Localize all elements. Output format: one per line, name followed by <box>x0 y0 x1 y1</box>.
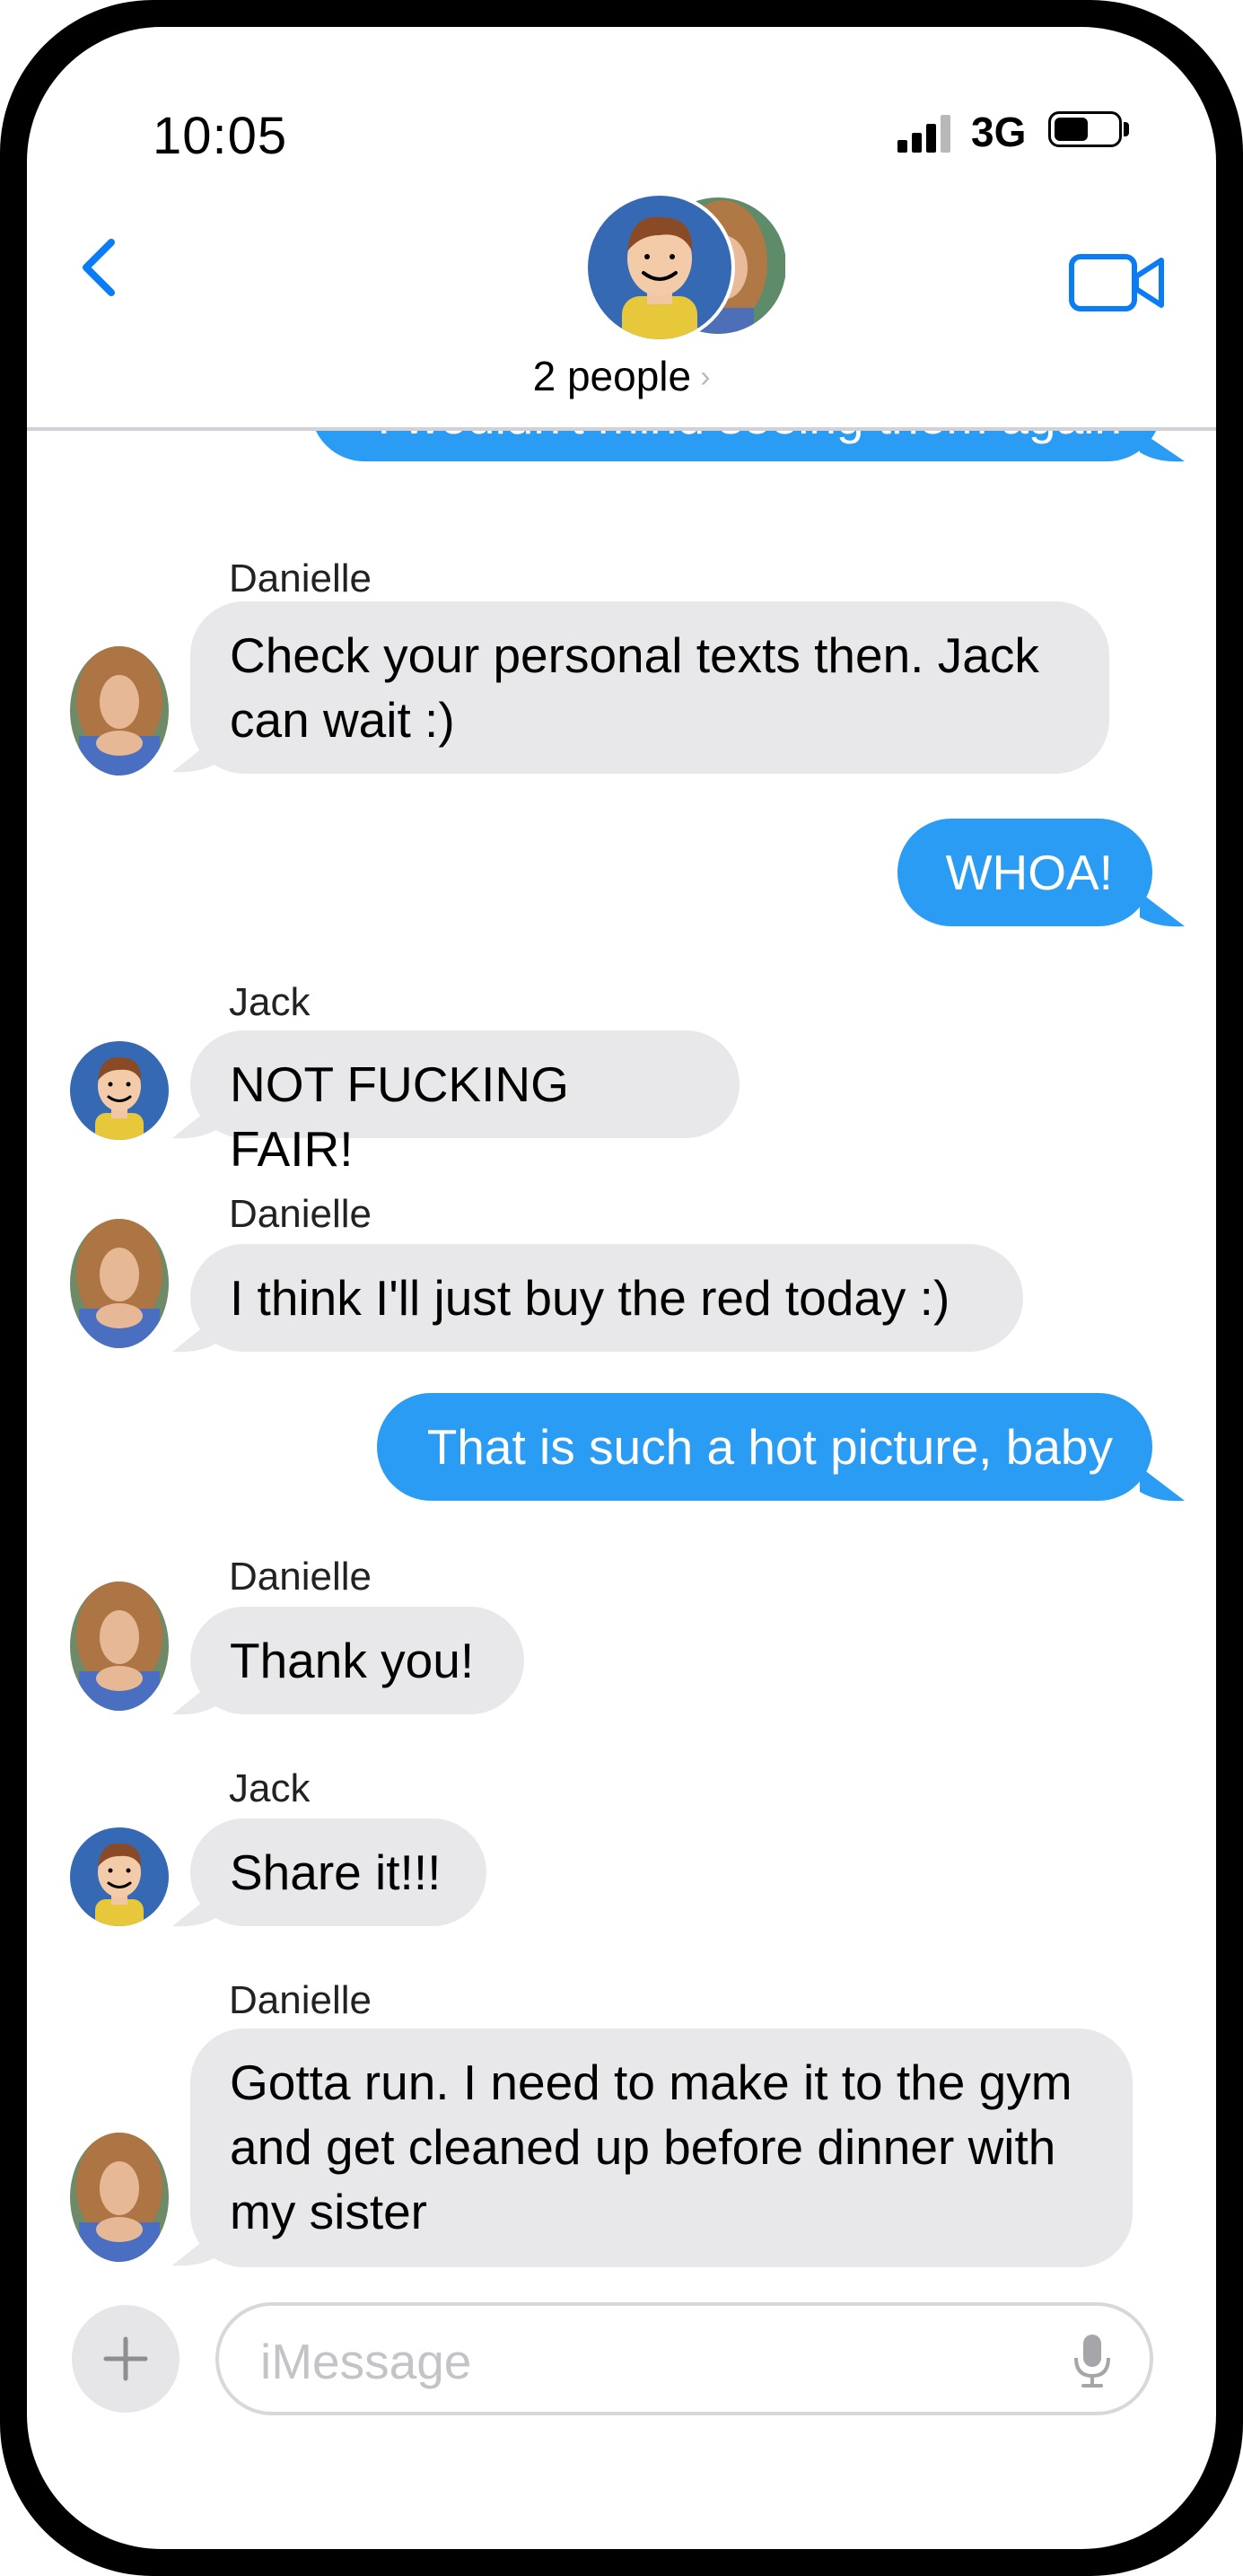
bubble-tail-incoming <box>172 1890 217 1927</box>
message-text: Share it!!! <box>230 1844 442 1900</box>
bubble-tail-incoming <box>172 2230 217 2266</box>
message-list[interactable]: I wouldn't mind seeing them again Daniel… <box>27 431 1216 2271</box>
message-line: Gotta run. I need to make it to the gym <box>230 2055 1072 2110</box>
message-bubble-incoming[interactable]: Thank you! <box>190 1607 524 1714</box>
sender-name: Danielle <box>229 1978 372 2022</box>
sender-name: Jack <box>229 980 311 1024</box>
battery-level <box>1055 118 1088 141</box>
message-text: WHOA! <box>945 845 1113 900</box>
avatar-danielle[interactable] <box>70 1219 169 1348</box>
bubble-tail-incoming <box>172 736 217 773</box>
message-line: can wait :) <box>230 692 455 748</box>
bubble-tail-incoming <box>172 1316 217 1353</box>
sender-name: Jack <box>229 1766 311 1810</box>
participants-count: 2 people <box>532 353 692 399</box>
microphone-icon[interactable] <box>1071 2333 1114 2388</box>
bubble-tail-outgoing <box>1140 1467 1185 1502</box>
video-call-icon[interactable] <box>1068 251 1167 314</box>
message-bubble-incoming[interactable]: Check your personal texts then. Jack can… <box>190 601 1109 774</box>
bubble-tail-outgoing <box>1140 431 1185 462</box>
chevron-right-icon: › <box>700 360 711 394</box>
message-bubble-incoming[interactable]: I think I'll just buy the red today :) <box>190 1244 1023 1352</box>
back-chevron-icon[interactable] <box>66 223 138 312</box>
message-bubble-outgoing[interactable]: That is such a hot picture, baby <box>377 1393 1152 1501</box>
message-text: NOT FUCKING FAIR! <box>230 1056 569 1177</box>
battery-cap <box>1124 122 1129 136</box>
message-input[interactable]: iMessage <box>215 2302 1153 2415</box>
avatar-danielle[interactable] <box>70 2133 169 2262</box>
avatar-danielle[interactable] <box>70 646 169 775</box>
bubble-tail-incoming <box>172 1678 217 1715</box>
message-input-placeholder: iMessage <box>260 2334 472 2389</box>
message-bubble-incoming[interactable]: Share it!!! <box>190 1818 486 1926</box>
plus-icon <box>103 2336 148 2381</box>
message-bubble-incoming[interactable]: NOT FUCKING FAIR! <box>190 1030 740 1177</box>
message-bubble-outgoing[interactable]: I wouldn't mind seeing them again <box>311 431 1161 461</box>
bubble-tail-incoming <box>172 1102 217 1139</box>
message-text: I wouldn't mind seeing them again <box>377 431 1122 444</box>
message-text: I think I'll just buy the red today :) <box>230 1270 950 1326</box>
sender-name: Danielle <box>229 1555 372 1599</box>
apps-plus-button[interactable] <box>72 2305 179 2413</box>
battery-icon <box>1048 111 1122 147</box>
screen: 10:05 3G 2 people › Danielle Check your … <box>27 27 1216 2549</box>
sender-name: Danielle <box>229 556 372 600</box>
network-type: 3G <box>971 109 1027 155</box>
conversation-details-link[interactable]: 2 people › <box>27 352 1216 400</box>
message-text: Thank you! <box>230 1633 475 1688</box>
message-bubble-outgoing[interactable]: WHOA! <box>897 819 1152 926</box>
message-text: That is such a hot picture, baby <box>426 1419 1113 1475</box>
signal-strength-icon <box>897 113 951 153</box>
message-line: and get cleaned up before dinner with <box>230 2119 1056 2175</box>
avatar-danielle[interactable] <box>70 1582 169 1711</box>
sender-name: Danielle <box>229 1192 372 1236</box>
status-time: 10:05 <box>153 107 288 165</box>
message-line: my sister <box>230 2184 427 2239</box>
phone-frame: 10:05 3G 2 people › Danielle Check your … <box>0 0 1243 2576</box>
group-avatar-image <box>584 192 786 343</box>
bubble-tail-outgoing <box>1140 892 1185 927</box>
avatar-jack[interactable] <box>70 1041 169 1140</box>
avatar-jack[interactable] <box>70 1827 169 1926</box>
group-avatar[interactable] <box>584 192 786 343</box>
message-bubble-incoming[interactable]: Gotta run. I need to make it to the gym … <box>190 2028 1133 2267</box>
message-line: Check your personal texts then. Jack <box>230 627 1039 683</box>
